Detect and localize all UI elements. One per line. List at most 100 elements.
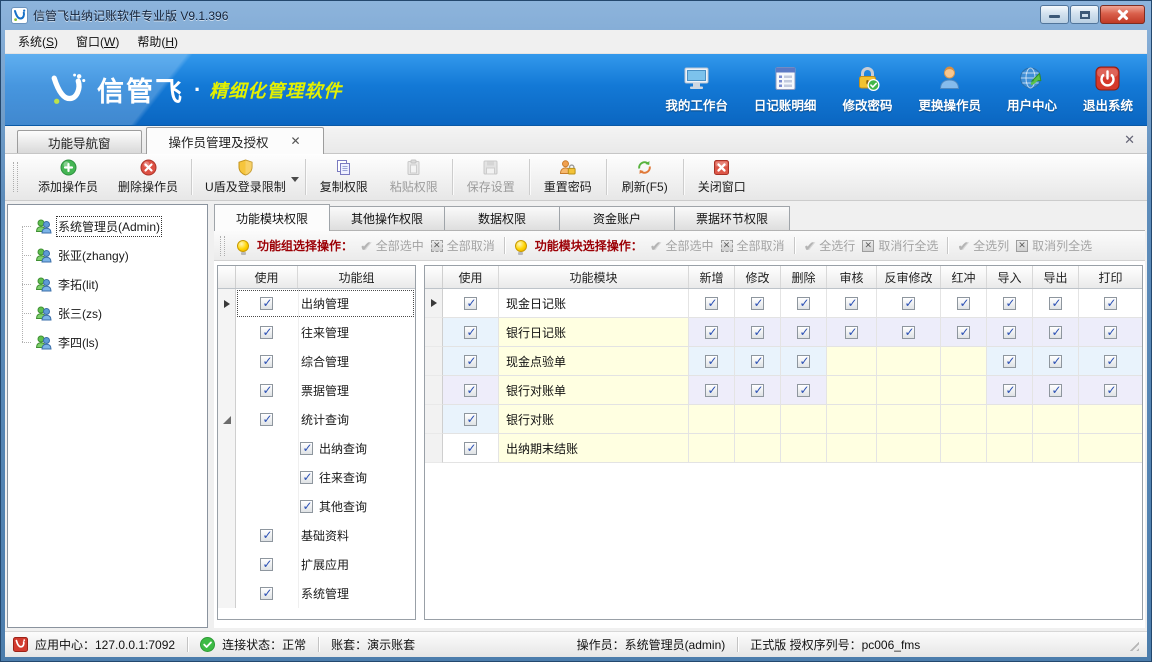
banner-action-5[interactable]: 用户中心 — [1007, 65, 1057, 114]
operator-item-3[interactable]: 李拓(lit) — [8, 270, 207, 299]
perm-checkbox[interactable] — [902, 326, 915, 339]
tabstrip-close-icon[interactable]: ✕ — [1124, 132, 1135, 148]
module-use-checkbox[interactable] — [464, 355, 477, 368]
perm-checkbox[interactable] — [1003, 297, 1016, 310]
group-row[interactable]: 统计查询 — [218, 405, 415, 434]
group-use-checkbox[interactable] — [260, 558, 273, 571]
operator-item-1[interactable]: 系统管理员(Admin) — [8, 212, 207, 241]
perm-checkbox[interactable] — [1049, 384, 1062, 397]
banner-action-1[interactable]: 我的工作台 — [665, 65, 728, 114]
group-use-checkbox[interactable] — [260, 355, 273, 368]
perm-checkbox[interactable] — [902, 297, 915, 310]
perm-checkbox[interactable] — [845, 326, 858, 339]
group-use-checkbox[interactable] — [260, 384, 273, 397]
toolbar-button-8[interactable]: 刷新(F5) — [610, 156, 680, 198]
operator-item-4[interactable]: 张三(zs) — [8, 299, 207, 328]
perm-checkbox[interactable] — [797, 355, 810, 368]
module-row[interactable]: 现金日记账 — [425, 289, 1142, 318]
module-row[interactable]: 银行对账单 — [425, 376, 1142, 405]
module-use-checkbox[interactable] — [464, 326, 477, 339]
perm-tab-1[interactable]: 功能模块权限 — [214, 204, 330, 231]
module-use-checkbox[interactable] — [464, 297, 477, 310]
group-row[interactable]: 基础资料 — [218, 521, 415, 550]
group-use-checkbox[interactable] — [260, 529, 273, 542]
group-cancel-all-button[interactable]: ✕全部取消 — [431, 237, 495, 254]
group-row[interactable]: 往来管理 — [218, 318, 415, 347]
perm-checkbox[interactable] — [1003, 384, 1016, 397]
toolbar-button-4[interactable]: 复制权限 — [309, 156, 379, 198]
group-use-checkbox[interactable] — [260, 587, 273, 600]
module-row[interactable]: 现金点验单 — [425, 347, 1142, 376]
toolbar-button-3[interactable]: U盾及登录限制 — [195, 156, 302, 198]
group-select-all-button[interactable]: ✔全部选中 — [360, 237, 424, 254]
perm-checkbox[interactable] — [957, 297, 970, 310]
group-use-checkbox[interactable] — [260, 326, 273, 339]
perm-checkbox[interactable] — [845, 297, 858, 310]
group-use-checkbox[interactable] — [300, 471, 313, 484]
banner-action-4[interactable]: 更换操作员 — [918, 65, 981, 114]
group-row[interactable]: 其他查询 — [218, 492, 415, 521]
group-use-checkbox[interactable] — [300, 442, 313, 455]
minimize-button[interactable] — [1040, 5, 1069, 24]
toolbar-button-2[interactable]: 删除操作员 — [108, 156, 188, 198]
cancel-cols-button[interactable]: ✕取消列全选 — [1016, 237, 1092, 254]
toolbar-button-1[interactable]: 添加操作员 — [28, 156, 108, 198]
perm-tab-3[interactable]: 数据权限 — [444, 206, 560, 230]
module-use-checkbox[interactable] — [464, 413, 477, 426]
banner-action-2[interactable]: 日记账明细 — [754, 65, 817, 114]
group-use-checkbox[interactable] — [260, 297, 273, 310]
operator-item-2[interactable]: 张亚(zhangy) — [8, 241, 207, 270]
select-cols-button[interactable]: ✔全选列 — [957, 237, 1009, 254]
group-row[interactable]: 系统管理 — [218, 579, 415, 608]
banner-action-6[interactable]: 退出系统 — [1083, 65, 1133, 114]
menu-item-h[interactable]: 帮助(H) — [128, 30, 187, 53]
resize-grip[interactable] — [1126, 638, 1139, 651]
perm-checkbox[interactable] — [797, 297, 810, 310]
perm-tab-5[interactable]: 票据环节权限 — [674, 206, 790, 230]
perm-checkbox[interactable] — [1104, 326, 1117, 339]
module-row[interactable]: 出纳期末结账 — [425, 434, 1142, 463]
perm-checkbox[interactable] — [751, 384, 764, 397]
perm-checkbox[interactable] — [751, 355, 764, 368]
perm-checkbox[interactable] — [751, 326, 764, 339]
tab-close-icon[interactable]: ✕ — [291, 134, 301, 148]
perm-checkbox[interactable] — [1049, 355, 1062, 368]
perm-checkbox[interactable] — [1104, 384, 1117, 397]
group-use-checkbox[interactable] — [260, 413, 273, 426]
group-row[interactable]: 出纳管理 — [218, 289, 415, 318]
module-use-checkbox[interactable] — [464, 384, 477, 397]
group-row[interactable]: 票据管理 — [218, 376, 415, 405]
perm-checkbox[interactable] — [705, 326, 718, 339]
perm-checkbox[interactable] — [957, 326, 970, 339]
perm-checkbox[interactable] — [705, 355, 718, 368]
perm-checkbox[interactable] — [1049, 297, 1062, 310]
operator-item-5[interactable]: 李四(ls) — [8, 328, 207, 357]
maximize-button[interactable] — [1070, 5, 1099, 24]
menu-item-w[interactable]: 窗口(W) — [67, 30, 128, 53]
perm-checkbox[interactable] — [751, 297, 764, 310]
cancel-rows-button[interactable]: ✕取消行全选 — [862, 237, 938, 254]
close-button[interactable] — [1100, 5, 1145, 24]
toolbar-button-7[interactable]: 重置密码 — [533, 156, 603, 198]
doc-tab-1[interactable]: 功能导航窗 — [17, 130, 142, 153]
module-select-all-button[interactable]: ✔全部选中 — [650, 237, 714, 254]
perm-checkbox[interactable] — [797, 384, 810, 397]
group-row[interactable]: 综合管理 — [218, 347, 415, 376]
menu-item-s[interactable]: 系统(S) — [9, 30, 67, 53]
module-row[interactable]: 银行对账 — [425, 405, 1142, 434]
perm-checkbox[interactable] — [705, 384, 718, 397]
perm-checkbox[interactable] — [1003, 326, 1016, 339]
perm-checkbox[interactable] — [705, 297, 718, 310]
perm-checkbox[interactable] — [1104, 297, 1117, 310]
group-use-checkbox[interactable] — [300, 500, 313, 513]
group-row[interactable]: 出纳查询 — [218, 434, 415, 463]
module-use-checkbox[interactable] — [464, 442, 477, 455]
toolbar-button-9[interactable]: 关闭窗口 — [687, 156, 757, 198]
group-row[interactable]: 扩展应用 — [218, 550, 415, 579]
group-row[interactable]: 往来查询 — [218, 463, 415, 492]
perm-checkbox[interactable] — [1003, 355, 1016, 368]
select-rows-button[interactable]: ✔全选行 — [804, 237, 856, 254]
perm-checkbox[interactable] — [1049, 326, 1062, 339]
module-row[interactable]: 银行日记账 — [425, 318, 1142, 347]
perm-checkbox[interactable] — [797, 326, 810, 339]
